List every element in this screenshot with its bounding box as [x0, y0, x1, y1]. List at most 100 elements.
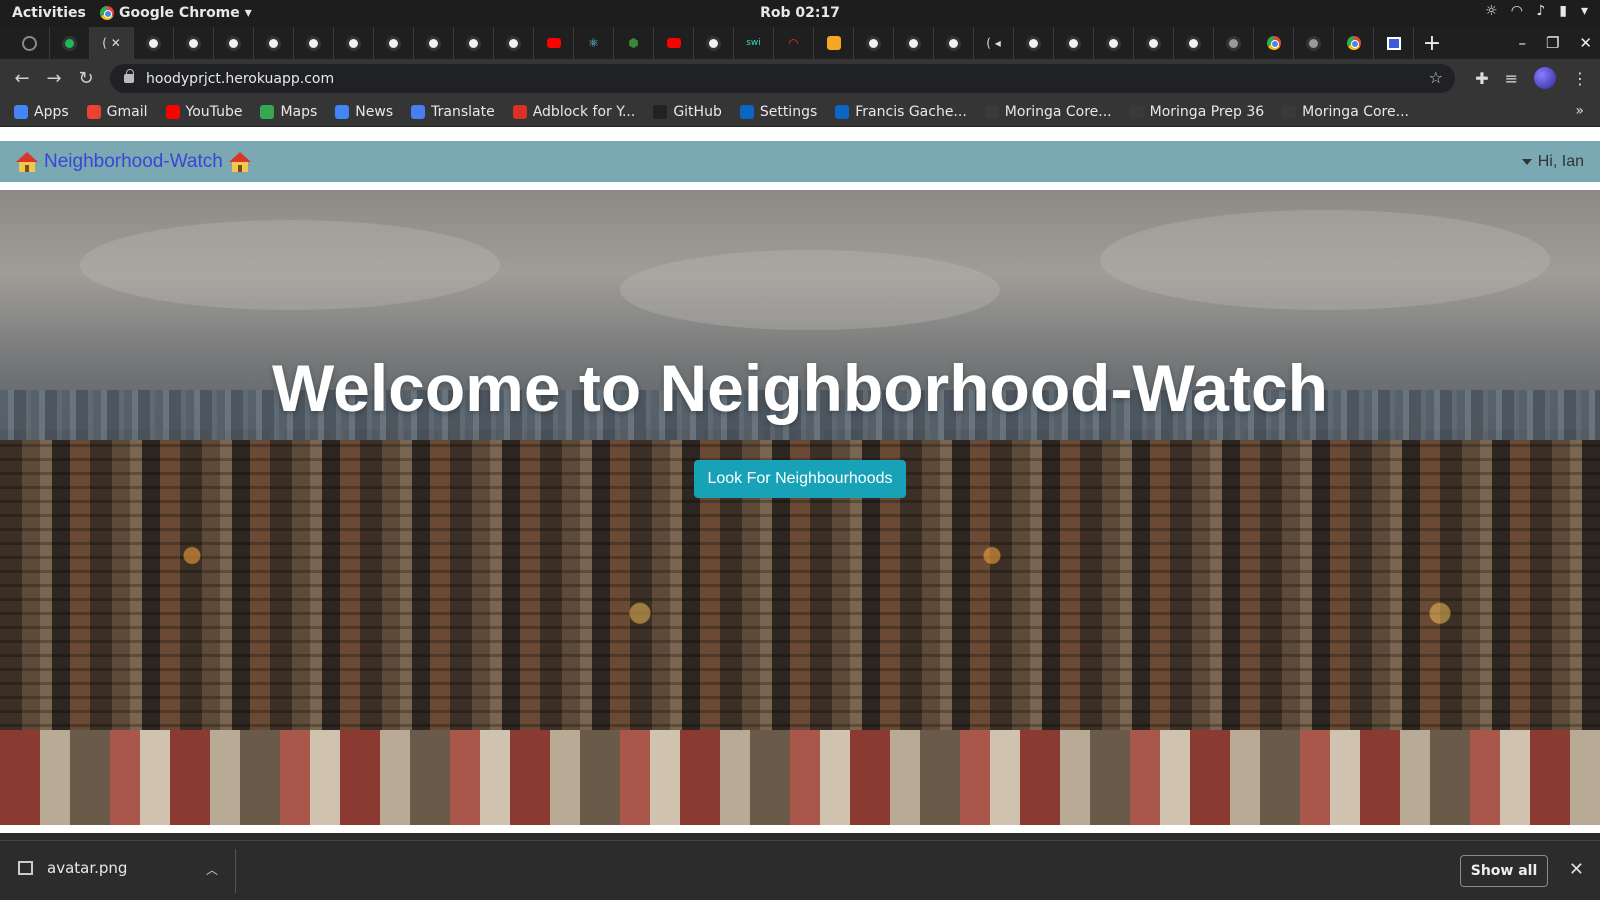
- bookmark-item[interactable]: News: [335, 104, 393, 120]
- tab[interactable]: swi: [734, 27, 774, 59]
- bookmark-label: Moringa Core...: [1302, 104, 1409, 120]
- page-icon: [946, 35, 961, 51]
- battery-icon: ▮: [1559, 3, 1567, 19]
- tab[interactable]: [214, 27, 254, 59]
- forward-icon[interactable]: →: [38, 68, 70, 89]
- user-dropdown[interactable]: Hi, Ian: [1521, 153, 1584, 171]
- bookmark-item[interactable]: Settings: [739, 104, 817, 120]
- tab[interactable]: [854, 27, 894, 59]
- bookmark-item[interactable]: Adblock for Y...: [512, 104, 636, 120]
- file-icon: [18, 861, 33, 875]
- media-icon[interactable]: ≡: [1505, 69, 1518, 88]
- bookmark-label: GitHub: [673, 104, 722, 120]
- bookmark-label: Francis Gache...: [855, 104, 967, 120]
- minimize-icon[interactable]: –: [1518, 34, 1526, 52]
- address-bar[interactable]: hoodyprjct.herokuapp.com ☆: [110, 64, 1455, 93]
- bookmark-item[interactable]: YouTube: [165, 104, 242, 120]
- tab[interactable]: [10, 27, 50, 59]
- close-icon[interactable]: ✕: [1569, 859, 1584, 880]
- close-icon[interactable]: ✕: [1579, 34, 1592, 52]
- more-bookmarks-icon[interactable]: »: [1575, 103, 1584, 119]
- download-shelf: avatar.png ︿ Show all ✕: [0, 840, 1600, 900]
- user-greeting: Hi, Ian: [1537, 153, 1584, 170]
- tab[interactable]: [494, 27, 534, 59]
- tab[interactable]: [374, 27, 414, 59]
- app-menu[interactable]: Google Chrome ▾: [100, 5, 252, 21]
- reload-icon[interactable]: ↻: [70, 68, 102, 89]
- bookmark-icon: [260, 105, 275, 119]
- activities-button[interactable]: Activities: [12, 5, 86, 21]
- tab[interactable]: [814, 27, 854, 59]
- tab[interactable]: [334, 27, 374, 59]
- look-for-neighbourhoods-button[interactable]: Look For Neighbourhoods: [694, 460, 906, 498]
- tab[interactable]: [1134, 27, 1174, 59]
- tab[interactable]: ⚛: [574, 27, 614, 59]
- url-text[interactable]: hoodyprjct.herokuapp.com: [146, 71, 334, 87]
- bookmark-item[interactable]: Francis Gache...: [835, 104, 967, 120]
- house-icon: [16, 152, 38, 172]
- bookmark-item[interactable]: Gmail: [86, 104, 148, 120]
- tab[interactable]: [1054, 27, 1094, 59]
- tab[interactable]: [934, 27, 974, 59]
- tab[interactable]: [1374, 27, 1414, 59]
- bookmark-star-icon[interactable]: ☆: [1429, 68, 1443, 87]
- tab[interactable]: [1174, 27, 1214, 59]
- tab[interactable]: ◠: [774, 27, 814, 59]
- page-icon: [1026, 35, 1041, 51]
- tab[interactable]: [894, 27, 934, 59]
- menu-icon[interactable]: ⋮: [1572, 69, 1588, 88]
- restore-icon[interactable]: ❐: [1546, 34, 1559, 52]
- chevron-up-icon[interactable]: ︿: [206, 861, 218, 878]
- tab[interactable]: [294, 27, 334, 59]
- tab[interactable]: [534, 27, 574, 59]
- tab[interactable]: [1334, 27, 1374, 59]
- tab[interactable]: [694, 27, 734, 59]
- tab[interactable]: [1254, 27, 1294, 59]
- bookmark-item[interactable]: Moringa Core...: [984, 104, 1112, 120]
- tab[interactable]: [1214, 27, 1254, 59]
- google-icon: [1346, 36, 1361, 50]
- bookmark-label: Moringa Core...: [1004, 104, 1112, 120]
- site-brand-link[interactable]: Neighborhood-Watch: [16, 151, 251, 173]
- page-icon: [1226, 35, 1241, 51]
- bookmark-label: Adblock for Y...: [532, 104, 636, 120]
- lock-icon[interactable]: [124, 69, 134, 83]
- system-top-bar: Activities Google Chrome ▾ Rob 02:17 ☼ ◠…: [0, 0, 1600, 27]
- tab-active[interactable]: ( ✕: [90, 27, 134, 59]
- tab[interactable]: ⬢: [614, 27, 654, 59]
- bookmark-item[interactable]: GitHub: [653, 104, 722, 120]
- tab[interactable]: [174, 27, 214, 59]
- bookmark-label: News: [355, 104, 394, 120]
- tab[interactable]: [454, 27, 494, 59]
- tab[interactable]: [1094, 27, 1134, 59]
- page-icon: [426, 35, 441, 51]
- bookmark-item[interactable]: Apps: [14, 104, 69, 120]
- bookmark-icon: [165, 105, 180, 119]
- show-all-button[interactable]: Show all: [1460, 855, 1548, 887]
- react-icon: ⚛: [588, 36, 599, 50]
- spotify-icon: [62, 35, 77, 51]
- bookmark-item[interactable]: Moringa Prep 36: [1129, 104, 1264, 120]
- download-item[interactable]: avatar.png ︿: [18, 859, 218, 877]
- bookmark-item[interactable]: Moringa Core...: [1282, 104, 1409, 120]
- tab[interactable]: [1294, 27, 1334, 59]
- tab[interactable]: [414, 27, 454, 59]
- puzzle-icon[interactable]: ✚: [1475, 69, 1488, 88]
- tab[interactable]: [254, 27, 294, 59]
- new-tab-button[interactable]: +: [1414, 31, 1450, 56]
- system-tray[interactable]: ☼ ◠ ♪ ▮ ▾: [1485, 3, 1588, 19]
- back-icon[interactable]: ←: [6, 68, 38, 89]
- bookmark-icon: [335, 105, 350, 119]
- tab[interactable]: ( ◂: [974, 27, 1014, 59]
- bookmark-item[interactable]: Maps: [260, 104, 317, 120]
- page-icon: [466, 35, 481, 51]
- close-icon[interactable]: ✕: [111, 36, 121, 50]
- weather-icon: ☼: [1484, 3, 1498, 19]
- tab[interactable]: [654, 27, 694, 59]
- chrome-icon: [100, 6, 114, 20]
- tab[interactable]: [50, 27, 90, 59]
- bookmark-item[interactable]: Translate: [411, 104, 495, 120]
- tab[interactable]: [1014, 27, 1054, 59]
- profile-avatar[interactable]: [1534, 67, 1556, 89]
- tab[interactable]: [134, 27, 174, 59]
